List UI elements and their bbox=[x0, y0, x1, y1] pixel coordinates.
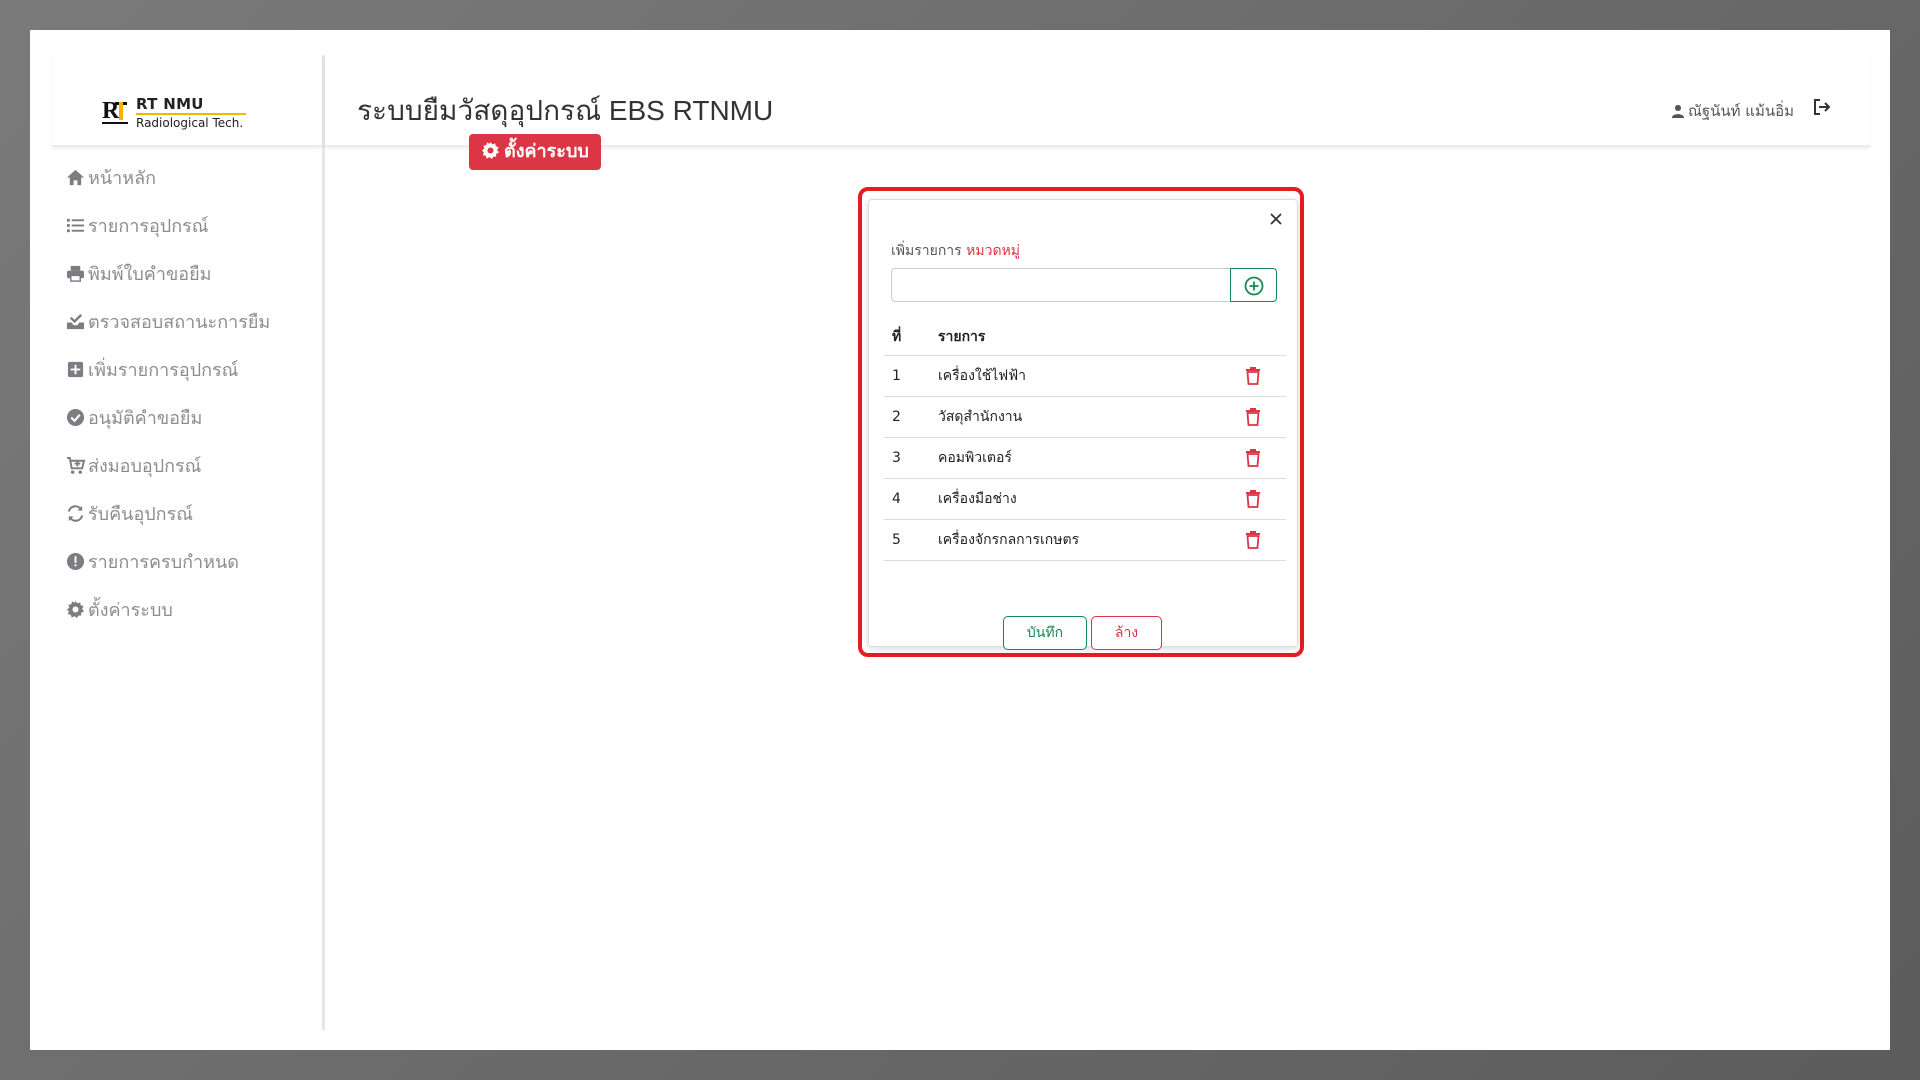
logo-subtitle: Radiological Tech. bbox=[136, 116, 244, 130]
user-menu[interactable]: ณัฐนันท์ แม้นอิ่ม bbox=[1671, 99, 1794, 123]
row-number: 3 bbox=[884, 437, 937, 479]
sidebar-item-check-status[interactable]: ตรวจสอบสถานะการยืม bbox=[52, 309, 322, 337]
sidebar-item-label: ส่งมอบอุปกรณ์ bbox=[88, 456, 202, 477]
trash-icon[interactable] bbox=[1245, 408, 1261, 426]
check-circle-icon bbox=[66, 405, 88, 433]
table-row: 2 วัสดุสำนักงาน bbox=[884, 396, 1286, 438]
sidebar-item-approve-request[interactable]: อนุมัติคำขอยืม bbox=[52, 405, 322, 433]
table-row: 4 เครื่องมือช่าง bbox=[884, 478, 1286, 520]
row-number: 1 bbox=[884, 355, 937, 397]
sidebar-item-return-equipment[interactable]: รับคืนอุปกรณ์ bbox=[52, 501, 322, 529]
category-table: ที่ รายการ 1 เครื่องใช้ไฟฟ้า 2 วัสดุสำนั… bbox=[884, 318, 1286, 561]
save-button[interactable]: บันทึก bbox=[1003, 616, 1087, 650]
sync-icon bbox=[66, 501, 88, 529]
logo-mark-icon: R bbox=[102, 98, 128, 124]
close-icon[interactable] bbox=[1265, 208, 1287, 230]
sidebar-item-label: หน้าหลัก bbox=[88, 168, 157, 189]
row-number: 5 bbox=[884, 519, 937, 561]
sidebar-item-deliver-equipment[interactable]: ส่งมอบอุปกรณ์ bbox=[52, 453, 322, 481]
sidebar-item-label: พิมพ์ใบคำขอยืม bbox=[88, 264, 212, 285]
sidebar-item-print-request[interactable]: พิมพ์ใบคำขอยืม bbox=[52, 261, 322, 289]
category-modal: เพิ่มรายการ หมวดหมู่ ที่ รายการ 1 เครื่อ… bbox=[868, 199, 1298, 650]
row-name: วัสดุสำนักงาน bbox=[937, 396, 1244, 438]
trash-icon[interactable] bbox=[1245, 490, 1261, 508]
page-title: ระบบยืมวัสดุอุปกรณ์ EBS RTNMU bbox=[357, 95, 774, 126]
table-row: 1 เครื่องใช้ไฟฟ้า bbox=[884, 355, 1286, 397]
sidebar-item-equipment-list[interactable]: รายการอุปกรณ์ bbox=[52, 213, 322, 241]
trash-icon[interactable] bbox=[1245, 449, 1261, 467]
exclamation-circle-icon bbox=[66, 549, 88, 577]
plus-square-icon bbox=[66, 357, 88, 385]
row-number: 4 bbox=[884, 478, 937, 520]
home-icon bbox=[66, 165, 88, 193]
clear-button[interactable]: ล้าง bbox=[1091, 616, 1162, 650]
logout-icon[interactable] bbox=[1812, 97, 1832, 117]
sidebar-nav: หน้าหลัก รายการอุปกรณ์ พิมพ์ใบคำขอยืม ตร… bbox=[52, 165, 322, 625]
trash-icon[interactable] bbox=[1245, 531, 1261, 549]
cart-plus-icon bbox=[66, 453, 88, 481]
table-header-row: ที่ รายการ bbox=[884, 318, 1286, 356]
add-category-label: เพิ่มรายการ หมวดหมู่ bbox=[891, 240, 1020, 262]
row-name: เครื่องมือช่าง bbox=[937, 478, 1244, 520]
table-row: 5 เครื่องจักรกลการเกษตร bbox=[884, 519, 1286, 561]
app-page: R RT NMU Radiological Tech. หน้าหลัก ราย… bbox=[30, 30, 1890, 1050]
row-name: เครื่องจักรกลการเกษตร bbox=[937, 519, 1244, 561]
sidebar-item-label: อนุมัติคำขอยืม bbox=[88, 408, 203, 429]
add-category-button[interactable] bbox=[1230, 268, 1277, 302]
sidebar: R RT NMU Radiological Tech. หน้าหลัก ราย… bbox=[52, 55, 325, 1030]
sidebar-item-label: เพิ่มรายการอุปกรณ์ bbox=[88, 360, 239, 381]
add-label-text: เพิ่มรายการ bbox=[891, 243, 962, 259]
logo-underline bbox=[136, 113, 246, 115]
column-header-name: รายการ bbox=[937, 318, 1244, 356]
sidebar-item-label: รายการครบกำหนด bbox=[88, 552, 239, 573]
table-row: 3 คอมพิวเตอร์ bbox=[884, 437, 1286, 479]
sidebar-item-label: ตรวจสอบสถานะการยืม bbox=[88, 312, 271, 333]
inbox-check-icon bbox=[66, 309, 88, 337]
svg-text:R: R bbox=[102, 98, 120, 124]
list-icon bbox=[66, 213, 88, 241]
sidebar-item-home[interactable]: หน้าหลัก bbox=[52, 165, 322, 193]
trash-icon[interactable] bbox=[1245, 367, 1261, 385]
column-header-actions bbox=[1244, 318, 1286, 356]
row-number: 2 bbox=[884, 396, 937, 438]
settings-badge-label: ตั้งค่าระบบ bbox=[504, 141, 589, 162]
sidebar-item-label: รายการอุปกรณ์ bbox=[88, 216, 209, 237]
row-name: เครื่องใช้ไฟฟ้า bbox=[937, 355, 1244, 397]
user-name: ณัฐนันท์ แม้นอิ่ม bbox=[1687, 102, 1794, 120]
gear-icon bbox=[481, 141, 500, 160]
gear-icon bbox=[66, 597, 88, 625]
row-name: คอมพิวเตอร์ bbox=[937, 437, 1244, 479]
user-icon bbox=[1671, 104, 1685, 118]
logo-title: RT NMU bbox=[136, 95, 204, 113]
printer-icon bbox=[66, 261, 88, 289]
settings-page-badge: ตั้งค่าระบบ bbox=[469, 134, 601, 170]
sidebar-item-label: ตั้งค่าระบบ bbox=[88, 600, 173, 621]
logo[interactable]: R RT NMU Radiological Tech. bbox=[52, 55, 322, 147]
add-label-accent: หมวดหมู่ bbox=[966, 243, 1021, 259]
plus-circle-icon bbox=[1244, 276, 1264, 296]
category-input[interactable] bbox=[891, 268, 1231, 302]
sidebar-item-settings[interactable]: ตั้งค่าระบบ bbox=[52, 597, 322, 625]
sidebar-item-label: รับคืนอุปกรณ์ bbox=[88, 504, 193, 525]
sidebar-item-add-equipment[interactable]: เพิ่มรายการอุปกรณ์ bbox=[52, 357, 322, 385]
sidebar-item-due-items[interactable]: รายการครบกำหนด bbox=[52, 549, 322, 577]
column-header-no: ที่ bbox=[884, 318, 937, 356]
